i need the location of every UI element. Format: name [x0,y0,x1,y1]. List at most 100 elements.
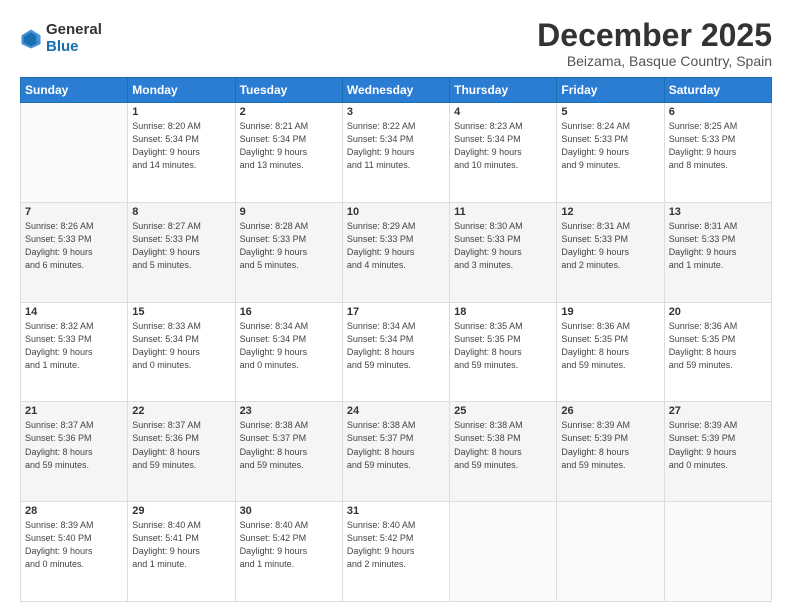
calendar-cell: 4 Sunrise: 8:23 AMSunset: 5:34 PMDaylight… [450,103,557,203]
day-info: Sunrise: 8:24 AMSunset: 5:33 PMDaylight:… [561,120,659,172]
calendar-cell: 11Sunrise: 8:30 AMSunset: 5:33 PMDayligh… [450,202,557,302]
day-number: 27 [669,405,767,417]
day-number: 1 [132,106,230,118]
day-number: 6 [669,106,767,118]
calendar-cell: 22 Sunrise: 8:37 AMSunset: 5:36 PMDayligh… [128,402,235,502]
calendar-week-row: 14 Sunrise: 8:32 AMSunset: 5:33 PMDayligh… [21,302,772,402]
calendar-cell: 13 Sunrise: 8:31 AMSunset: 5:33 PMDayligh… [664,202,771,302]
logo-blue: Blue [46,39,102,56]
day-info: Sunrise: 8:36 AMSunset: 5:35 PMDaylight:… [561,320,659,372]
day-info: Sunrise: 8:31 AMSunset: 5:33 PMDaylight:… [561,220,659,272]
day-info: Sunrise: 8:37 AMSunset: 5:36 PMDaylight:… [25,419,123,471]
day-info: Sunrise: 8:30 AMSunset: 5:33 PMDaylight:… [454,220,552,272]
calendar-cell: 8 Sunrise: 8:27 AMSunset: 5:33 PMDaylight… [128,202,235,302]
location: Beizama, Basque Country, Spain [537,53,772,69]
calendar-cell: 31 Sunrise: 8:40 AMSunset: 5:42 PMDayligh… [342,502,449,602]
calendar-cell: 5Sunrise: 8:24 AMSunset: 5:33 PMDaylight… [557,103,664,203]
calendar-header-wednesday: Wednesday [342,78,449,103]
day-info: Sunrise: 8:22 AMSunset: 5:34 PMDaylight:… [347,120,445,172]
day-number: 29 [132,505,230,517]
logo-text: General Blue [46,22,102,55]
day-number: 15 [132,306,230,318]
calendar-cell: 30 Sunrise: 8:40 AMSunset: 5:42 PMDayligh… [235,502,342,602]
calendar-cell: 15 Sunrise: 8:33 AMSunset: 5:34 PMDayligh… [128,302,235,402]
day-info: Sunrise: 8:26 AMSunset: 5:33 PMDaylight:… [25,220,123,272]
day-info: Sunrise: 8:36 AMSunset: 5:35 PMDaylight:… [669,320,767,372]
calendar-header-sunday: Sunday [21,78,128,103]
calendar-cell: 12 Sunrise: 8:31 AMSunset: 5:33 PMDayligh… [557,202,664,302]
day-number: 10 [347,206,445,218]
calendar-header-friday: Friday [557,78,664,103]
calendar-cell: 19Sunrise: 8:36 AMSunset: 5:35 PMDayligh… [557,302,664,402]
calendar-cell: 16Sunrise: 8:34 AMSunset: 5:34 PMDayligh… [235,302,342,402]
day-info: Sunrise: 8:38 AMSunset: 5:38 PMDaylight:… [454,419,552,471]
day-number: 30 [240,505,338,517]
calendar-week-row: 28 Sunrise: 8:39 AMSunset: 5:40 PMDayligh… [21,502,772,602]
day-number: 13 [669,206,767,218]
header: General Blue December 2025 Beizama, Basq… [20,18,772,69]
calendar-cell: 28 Sunrise: 8:39 AMSunset: 5:40 PMDayligh… [21,502,128,602]
day-info: Sunrise: 8:40 AMSunset: 5:41 PMDaylight:… [132,519,230,571]
day-number: 21 [25,405,123,417]
month-title: December 2025 [537,18,772,53]
day-info: Sunrise: 8:39 AMSunset: 5:40 PMDaylight:… [25,519,123,571]
day-number: 28 [25,505,123,517]
calendar-cell: 20Sunrise: 8:36 AMSunset: 5:35 PMDayligh… [664,302,771,402]
calendar-week-row: 21 Sunrise: 8:37 AMSunset: 5:36 PMDayligh… [21,402,772,502]
day-info: Sunrise: 8:34 AMSunset: 5:34 PMDaylight:… [347,320,445,372]
day-number: 7 [25,206,123,218]
day-info: Sunrise: 8:40 AMSunset: 5:42 PMDaylight:… [240,519,338,571]
day-number: 4 [454,106,552,118]
calendar-table: SundayMondayTuesdayWednesdayThursdayFrid… [20,77,772,602]
day-info: Sunrise: 8:23 AMSunset: 5:34 PMDaylight:… [454,120,552,172]
logo-icon [20,28,42,50]
day-info: Sunrise: 8:31 AMSunset: 5:33 PMDaylight:… [669,220,767,272]
day-info: Sunrise: 8:20 AMSunset: 5:34 PMDaylight:… [132,120,230,172]
calendar-cell: 2 Sunrise: 8:21 AMSunset: 5:34 PMDaylight… [235,103,342,203]
calendar-cell: 26 Sunrise: 8:39 AMSunset: 5:39 PMDayligh… [557,402,664,502]
day-number: 2 [240,106,338,118]
day-info: Sunrise: 8:34 AMSunset: 5:34 PMDaylight:… [240,320,338,372]
calendar-cell [450,502,557,602]
day-number: 3 [347,106,445,118]
day-number: 17 [347,306,445,318]
day-info: Sunrise: 8:39 AMSunset: 5:39 PMDaylight:… [669,419,767,471]
day-info: Sunrise: 8:39 AMSunset: 5:39 PMDaylight:… [561,419,659,471]
calendar-cell: 21 Sunrise: 8:37 AMSunset: 5:36 PMDayligh… [21,402,128,502]
calendar-cell: 18Sunrise: 8:35 AMSunset: 5:35 PMDayligh… [450,302,557,402]
calendar-header-saturday: Saturday [664,78,771,103]
calendar-header-tuesday: Tuesday [235,78,342,103]
day-info: Sunrise: 8:33 AMSunset: 5:34 PMDaylight:… [132,320,230,372]
calendar-cell: 7 Sunrise: 8:26 AMSunset: 5:33 PMDaylight… [21,202,128,302]
day-number: 31 [347,505,445,517]
calendar-cell: 29 Sunrise: 8:40 AMSunset: 5:41 PMDayligh… [128,502,235,602]
day-number: 8 [132,206,230,218]
calendar-cell: 3 Sunrise: 8:22 AMSunset: 5:34 PMDaylight… [342,103,449,203]
calendar-cell: 6 Sunrise: 8:25 AMSunset: 5:33 PMDaylight… [664,103,771,203]
calendar-cell: 25 Sunrise: 8:38 AMSunset: 5:38 PMDayligh… [450,402,557,502]
day-number: 12 [561,206,659,218]
day-number: 14 [25,306,123,318]
calendar-cell [664,502,771,602]
day-info: Sunrise: 8:21 AMSunset: 5:34 PMDaylight:… [240,120,338,172]
calendar-cell: 10 Sunrise: 8:29 AMSunset: 5:33 PMDayligh… [342,202,449,302]
day-info: Sunrise: 8:37 AMSunset: 5:36 PMDaylight:… [132,419,230,471]
day-number: 23 [240,405,338,417]
calendar-week-row: 7 Sunrise: 8:26 AMSunset: 5:33 PMDaylight… [21,202,772,302]
calendar-cell: 24Sunrise: 8:38 AMSunset: 5:37 PMDayligh… [342,402,449,502]
day-info: Sunrise: 8:40 AMSunset: 5:42 PMDaylight:… [347,519,445,571]
calendar-header-monday: Monday [128,78,235,103]
day-number: 24 [347,405,445,417]
logo-general: General [46,22,102,39]
day-info: Sunrise: 8:25 AMSunset: 5:33 PMDaylight:… [669,120,767,172]
day-info: Sunrise: 8:32 AMSunset: 5:33 PMDaylight:… [25,320,123,372]
day-info: Sunrise: 8:29 AMSunset: 5:33 PMDaylight:… [347,220,445,272]
day-number: 25 [454,405,552,417]
day-number: 26 [561,405,659,417]
day-info: Sunrise: 8:27 AMSunset: 5:33 PMDaylight:… [132,220,230,272]
calendar-week-row: 1 Sunrise: 8:20 AMSunset: 5:34 PMDaylight… [21,103,772,203]
day-info: Sunrise: 8:28 AMSunset: 5:33 PMDaylight:… [240,220,338,272]
calendar-header-thursday: Thursday [450,78,557,103]
day-number: 18 [454,306,552,318]
day-number: 22 [132,405,230,417]
